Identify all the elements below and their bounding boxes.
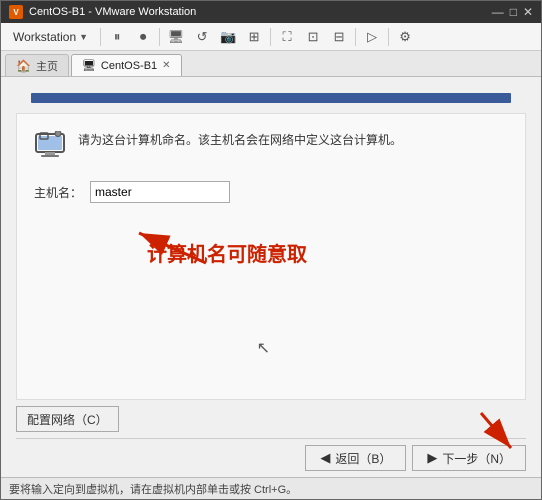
workstation-menu[interactable]: Workstation ▼ <box>5 27 96 47</box>
workstation-menu-label: Workstation <box>13 30 76 44</box>
annotation-text: 计算机名可随意取 <box>147 238 307 267</box>
wizard-content: 请为这台计算机命名。该主机名会在网络中定义这台计算机。 主机名： <box>16 113 526 400</box>
title-bar-controls[interactable]: — □ ✕ <box>492 5 533 19</box>
window-title: CentOS-B1 - VMware Workstation <box>29 6 196 18</box>
empty-area: ↖ <box>32 308 510 384</box>
toolbar-separator-3 <box>270 28 271 46</box>
menu-bar: Workstation ▼ ⏸ ⏺ 🖥 ↺ 📷 ⊞ ⛶ ⊡ ⊟ ▷ ⚙ <box>1 23 541 51</box>
bottom-area: 配置网络（C） <box>16 400 526 438</box>
toolbar-zoom2-btn[interactable]: ⊟ <box>327 25 351 49</box>
menu-dropdown-icon: ▼ <box>79 32 88 42</box>
tab-close-button[interactable]: ✕ <box>162 60 170 71</box>
nav-buttons: ◀ 返回（B） ▶ 下一步（N） <box>16 438 526 477</box>
hostname-label: 主机名： <box>34 184 82 201</box>
tab-centos-b1[interactable]: 🖥 CentOS-B1 ✕ <box>71 54 182 76</box>
maximize-button[interactable]: □ <box>510 5 517 19</box>
computer-icon <box>34 131 66 163</box>
toolbar-pause2-btn[interactable]: ⏺ <box>131 25 155 49</box>
next-button[interactable]: ▶ 下一步（N） <box>412 445 526 471</box>
minimize-button[interactable]: — <box>492 5 504 19</box>
vm-tab-icon: 🖥 <box>82 59 96 72</box>
network-config-label: 配置网络（C） <box>27 411 108 428</box>
description-row: 请为这台计算机命名。该主机名会在网络中定义这台计算机。 <box>32 129 510 165</box>
toolbar-settings-btn[interactable]: ⚙ <box>393 25 417 49</box>
nav-area: ◀ 返回（B） ▶ 下一步（N） <box>1 438 541 477</box>
toolbar-separator-4 <box>355 28 356 46</box>
home-icon: 🏠 <box>16 59 31 73</box>
vm-body: 请为这台计算机命名。该主机名会在网络中定义这台计算机。 主机名： <box>1 77 541 499</box>
toolbar-snapshot-btn[interactable]: 📷 <box>216 25 240 49</box>
computer-icon-box <box>32 129 68 165</box>
next-icon: ▶ <box>427 450 437 466</box>
toolbar-separator-1 <box>100 28 101 46</box>
back-icon: ◀ <box>320 450 330 466</box>
description-text: 请为这台计算机命名。该主机名会在网络中定义这台计算机。 <box>78 129 402 149</box>
toolbar-console-btn[interactable]: ▷ <box>360 25 384 49</box>
status-bar: 要将输入定向到虚拟机，请在虚拟机内部单击或按 Ctrl+G。 <box>1 477 541 499</box>
close-button[interactable]: ✕ <box>523 5 533 19</box>
app-icon: V <box>9 5 23 19</box>
network-config-button[interactable]: 配置网络（C） <box>16 406 119 432</box>
back-label: 返回（B） <box>335 450 391 467</box>
progress-bar <box>31 93 511 103</box>
title-bar: V CentOS-B1 - VMware Workstation — □ ✕ <box>1 1 541 23</box>
toolbar-pause-btn[interactable]: ⏸ <box>105 25 129 49</box>
tab-centos-label: CentOS-B1 <box>101 60 157 72</box>
tab-home[interactable]: 🏠 主页 <box>5 54 69 76</box>
progress-bar-container <box>1 77 541 113</box>
next-label: 下一步（N） <box>442 450 511 467</box>
hostname-input[interactable] <box>90 181 230 203</box>
toolbar-fullscreen-btn[interactable]: ⛶ <box>275 25 299 49</box>
tab-home-label: 主页 <box>36 58 58 74</box>
status-text: 要将输入定向到虚拟机，请在虚拟机内部单击或按 Ctrl+G。 <box>9 481 297 497</box>
cursor-indicator: ↖ <box>257 338 270 358</box>
back-button[interactable]: ◀ 返回（B） <box>305 445 406 471</box>
toolbar-zoom-btn[interactable]: ⊡ <box>301 25 325 49</box>
toolbar-separator-2 <box>159 28 160 46</box>
toolbar-refresh-btn[interactable]: ↺ <box>190 25 214 49</box>
toolbar-clone-btn[interactable]: ⊞ <box>242 25 266 49</box>
toolbar-separator-5 <box>388 28 389 46</box>
toolbar-monitor-btn[interactable]: 🖥 <box>164 25 188 49</box>
hostname-row: 主机名： <box>34 181 510 203</box>
tabs-bar: 🏠 主页 🖥 CentOS-B1 ✕ <box>1 51 541 77</box>
